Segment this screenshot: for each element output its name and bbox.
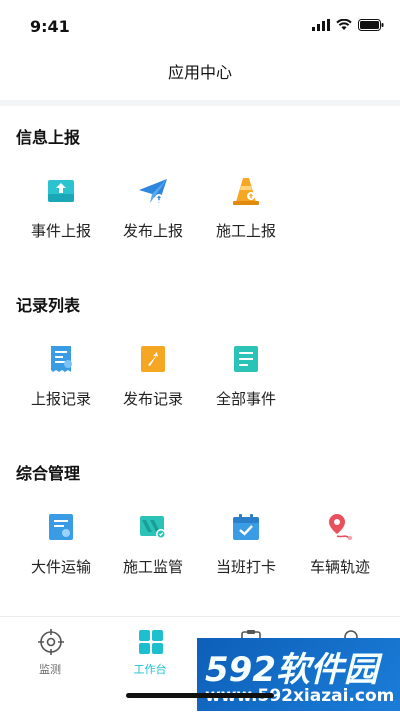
- app-label: 大件运输: [30, 558, 91, 576]
- tab-label: 监测: [39, 663, 61, 676]
- upload-tray-icon: [48, 180, 74, 202]
- route-pin-icon: [329, 514, 352, 540]
- status-bar: 9:41: [0, 0, 400, 54]
- construction-monitor-icon: [140, 516, 166, 539]
- app-heavy-transport[interactable]: 大件运输: [15, 500, 107, 590]
- tab-workbench[interactable]: 工作台: [100, 625, 200, 679]
- app-label: 上报记录: [30, 390, 91, 408]
- app-vehicle-track[interactable]: 车辆轨迹: [294, 500, 386, 590]
- calendar-check-icon: [233, 514, 259, 540]
- watermark-logo: 592软件园: [205, 650, 378, 690]
- app-event-report[interactable]: 事件上报: [15, 164, 107, 254]
- section-title: 综合管理: [16, 464, 81, 483]
- tab-label: 工作台: [133, 663, 167, 676]
- app-construction-report[interactable]: 施工上报: [200, 164, 292, 254]
- wifi-icon: [336, 19, 352, 30]
- target-icon: [38, 629, 64, 655]
- app-label: 全部事件: [215, 390, 276, 408]
- watermark: 592软件园 www.592xiazai.com: [197, 638, 400, 711]
- tab-monitor[interactable]: 监测: [0, 625, 100, 679]
- receipt-icon: [51, 346, 72, 372]
- transport-document-icon: [49, 514, 73, 540]
- app-label: 事件上报: [30, 222, 91, 240]
- header-divider: [0, 100, 400, 106]
- grid-icon: [139, 630, 163, 654]
- battery-icon: [358, 19, 384, 31]
- section-title: 信息上报: [16, 128, 81, 147]
- app-label: 施工监管: [122, 558, 183, 576]
- publish-document-icon: [141, 346, 165, 372]
- app-grid: 大件运输 施工监管 当班打卡 车辆轨迹: [0, 500, 400, 590]
- app-label: 发布记录: [122, 390, 183, 408]
- status-icons: [312, 19, 384, 31]
- app-report-records[interactable]: 上报记录: [15, 332, 107, 422]
- status-time: 9:41: [30, 17, 70, 36]
- home-indicator: [126, 693, 274, 698]
- list-document-icon: [234, 346, 258, 372]
- app-construction-supervision[interactable]: 施工监管: [107, 500, 199, 590]
- app-label: 当班打卡: [215, 558, 276, 576]
- paper-plane-icon: [139, 179, 167, 203]
- page-title: 应用中心: [167, 63, 232, 82]
- app-all-events[interactable]: 全部事件: [200, 332, 292, 422]
- app-label: 车辆轨迹: [309, 558, 370, 576]
- nav-bar: 应用中心: [0, 54, 400, 100]
- signal-icon: [312, 19, 330, 31]
- app-shift-checkin[interactable]: 当班打卡: [200, 500, 292, 590]
- app-label: 施工上报: [215, 222, 276, 240]
- section-title: 记录列表: [16, 296, 81, 315]
- traffic-cone-icon: [233, 178, 259, 205]
- app-publish-report[interactable]: 发布上报: [107, 164, 199, 254]
- app-grid: 事件上报 发布上报 施工上报: [0, 164, 400, 254]
- app-label: 发布上报: [122, 222, 183, 240]
- app-grid: 上报记录 发布记录 全部事件: [0, 332, 400, 422]
- app-publish-records[interactable]: 发布记录: [107, 332, 199, 422]
